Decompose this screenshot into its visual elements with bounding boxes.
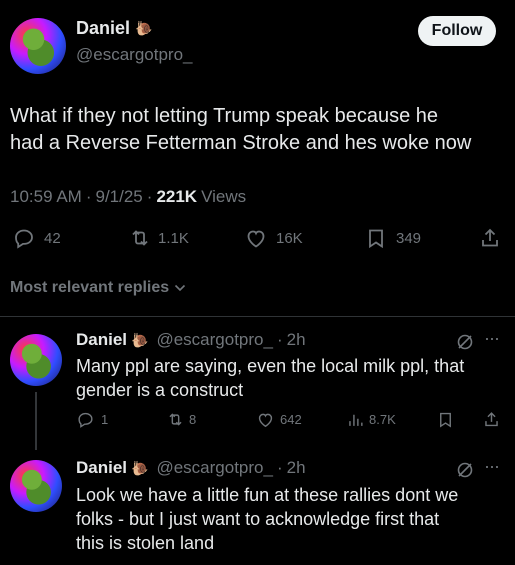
reply-bookmark-button[interactable] xyxy=(436,410,455,429)
thread-line xyxy=(35,392,37,450)
more-options-icon[interactable]: ··· xyxy=(484,456,500,477)
reply-icon xyxy=(15,229,33,249)
reply-time[interactable]: 2h xyxy=(287,330,306,350)
post-text-line: had a Reverse Fetterman Stroke and hes w… xyxy=(10,132,472,154)
views-count: 8.7K xyxy=(369,412,396,427)
bookmark-icon xyxy=(440,412,451,428)
like-count: 642 xyxy=(280,412,302,427)
sort-replies-dropdown[interactable]: Most relevant replies xyxy=(10,279,187,297)
chevron-down-icon xyxy=(175,284,186,292)
post-time[interactable]: 10:59 AM xyxy=(10,187,82,207)
heart-icon xyxy=(258,413,273,428)
reply-header: Daniel 🐌 @escargotpro_ · 2h xyxy=(76,330,306,350)
meta-dot: · xyxy=(85,187,92,206)
post-text-line: What if they not letting Trump speak bec… xyxy=(10,105,439,127)
follow-button[interactable]: Follow xyxy=(418,16,496,46)
sort-label: Most relevant replies xyxy=(10,279,170,296)
snail-icon: 🐌 xyxy=(131,331,149,348)
reply-author-handle[interactable]: @escargotpro_ xyxy=(156,330,273,350)
share-button[interactable] xyxy=(478,226,502,250)
reply-repost-button[interactable]: 8 xyxy=(166,410,196,429)
reply-text-line: Look we have a little fun at these ralli… xyxy=(76,485,459,505)
reply-button[interactable]: 42 xyxy=(12,226,61,250)
reply-text-line: Many ppl are saying, even the local milk… xyxy=(76,356,465,376)
repost-button[interactable]: 1.1K xyxy=(128,226,189,250)
reply-text: Look we have a little fun at these ralli… xyxy=(76,483,458,555)
reply-count: 42 xyxy=(44,229,61,247)
reply-text: Many ppl are saying, even the local milk… xyxy=(76,354,464,402)
reply-icon xyxy=(78,412,93,428)
more-options-icon[interactable]: ··· xyxy=(484,328,500,349)
meta-dot: · xyxy=(146,187,153,206)
reply-author-name[interactable]: Daniel xyxy=(76,330,127,350)
reply-author-name[interactable]: Daniel xyxy=(76,458,127,478)
share-icon xyxy=(482,228,498,247)
post-date[interactable]: 9/1/25 xyxy=(96,187,143,207)
reply-time[interactable]: 2h xyxy=(287,458,306,478)
post-text: What if they not letting Trump speak bec… xyxy=(10,103,471,157)
reply-avatar[interactable] xyxy=(10,334,62,386)
meta-dot: · xyxy=(276,458,283,477)
author-avatar[interactable] xyxy=(10,18,66,74)
author-handle[interactable]: @escargotpro_ xyxy=(76,45,193,65)
heart-icon xyxy=(247,230,265,248)
bookmark-icon xyxy=(369,229,383,249)
reply-avatar[interactable] xyxy=(10,460,62,512)
snail-icon: 🐌 xyxy=(131,459,149,476)
grok-icon[interactable] xyxy=(455,460,475,485)
reply-text-line: this is stolen land xyxy=(76,533,215,553)
reply-text-line: gender is a construct xyxy=(76,380,244,400)
author-name-row[interactable]: Daniel 🐌 xyxy=(76,18,152,39)
reply-views-button[interactable]: 8.7K xyxy=(346,410,396,429)
snail-icon: 🐌 xyxy=(135,20,153,36)
repost-count: 1.1K xyxy=(158,229,189,247)
post-meta: 10:59 AM · 9/1/25 · 221K Views xyxy=(10,187,246,207)
views-label: Views xyxy=(201,187,247,206)
reply-text-line: folks - but I just want to acknowledge f… xyxy=(76,509,440,529)
like-count: 16K xyxy=(276,229,303,247)
analytics-icon xyxy=(349,414,363,426)
share-icon xyxy=(485,412,498,427)
reply-header: Daniel 🐌 @escargotpro_ · 2h xyxy=(76,458,306,478)
repost-icon xyxy=(132,230,148,246)
bookmark-count: 349 xyxy=(396,229,422,247)
reply-count: 1 xyxy=(101,412,109,427)
like-button[interactable]: 16K xyxy=(244,226,303,250)
repost-icon xyxy=(169,413,182,426)
divider xyxy=(0,316,515,317)
reply-author-handle[interactable]: @escargotpro_ xyxy=(156,458,273,478)
meta-dot: · xyxy=(276,330,283,349)
reply-share-button[interactable] xyxy=(482,410,501,429)
reply-like-button[interactable]: 642 xyxy=(256,410,302,429)
author-name[interactable]: Daniel xyxy=(76,18,130,39)
repost-count: 8 xyxy=(189,412,197,427)
bookmark-button[interactable]: 349 xyxy=(364,226,421,250)
views-count: 221K xyxy=(156,187,198,206)
reply-reply-button[interactable]: 1 xyxy=(76,410,108,429)
